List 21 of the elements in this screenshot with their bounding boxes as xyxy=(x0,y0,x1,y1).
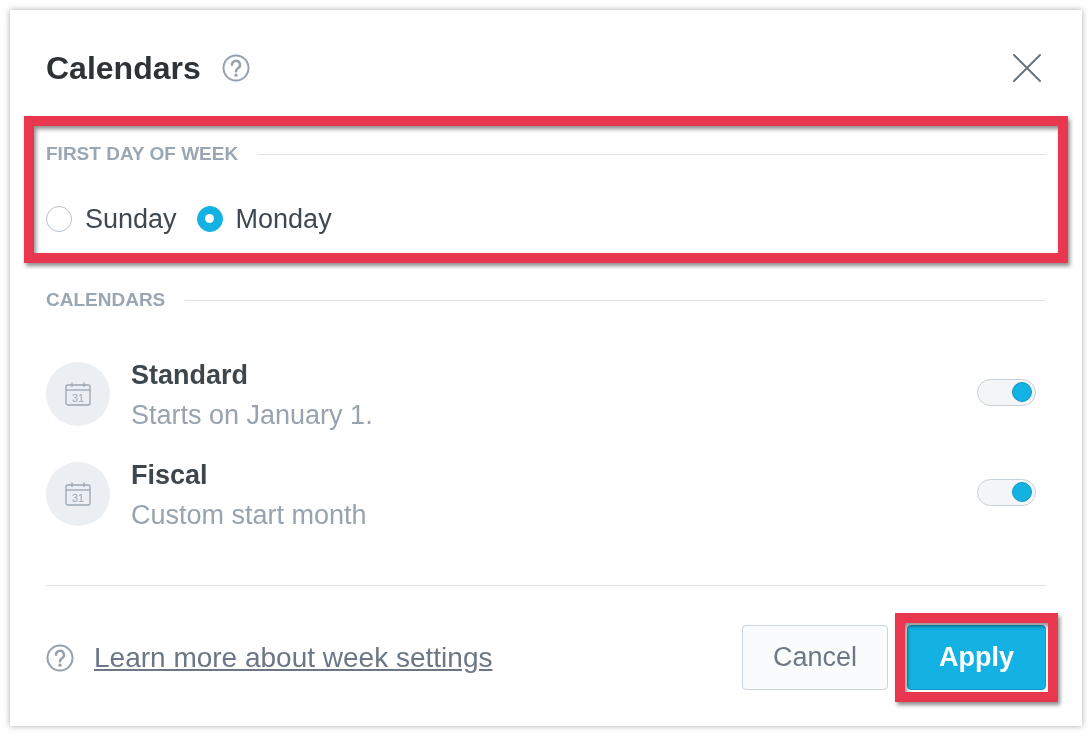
calendar-description: Custom start month xyxy=(131,499,367,532)
radio-label[interactable]: Sunday xyxy=(85,203,177,234)
close-icon[interactable] xyxy=(1013,54,1041,82)
section-heading: CALENDARS xyxy=(46,288,166,312)
calendar-icon: 31 xyxy=(46,362,110,426)
help-icon[interactable] xyxy=(221,54,250,82)
cancel-button[interactable]: Cancel xyxy=(742,625,888,690)
radio-label[interactable]: Monday xyxy=(235,203,332,234)
calendar-name: Standard xyxy=(131,359,250,392)
help-link[interactable]: Learn more about week settings xyxy=(94,640,493,675)
apply-button[interactable]: Apply xyxy=(907,625,1046,690)
calendar-name: Fiscal xyxy=(131,459,209,492)
calendar-description: Starts on January 1. xyxy=(131,399,373,432)
toggle-switch[interactable] xyxy=(977,478,1036,506)
radio-button[interactable] xyxy=(46,205,72,232)
section-heading: FIRST DAY OF WEEK xyxy=(46,142,239,166)
calendar-icon: 31 xyxy=(46,462,110,526)
help-icon[interactable] xyxy=(46,643,74,672)
toggle-switch[interactable] xyxy=(977,378,1036,406)
dialog-title: Calendars xyxy=(46,49,201,88)
radio-button[interactable] xyxy=(196,205,223,232)
